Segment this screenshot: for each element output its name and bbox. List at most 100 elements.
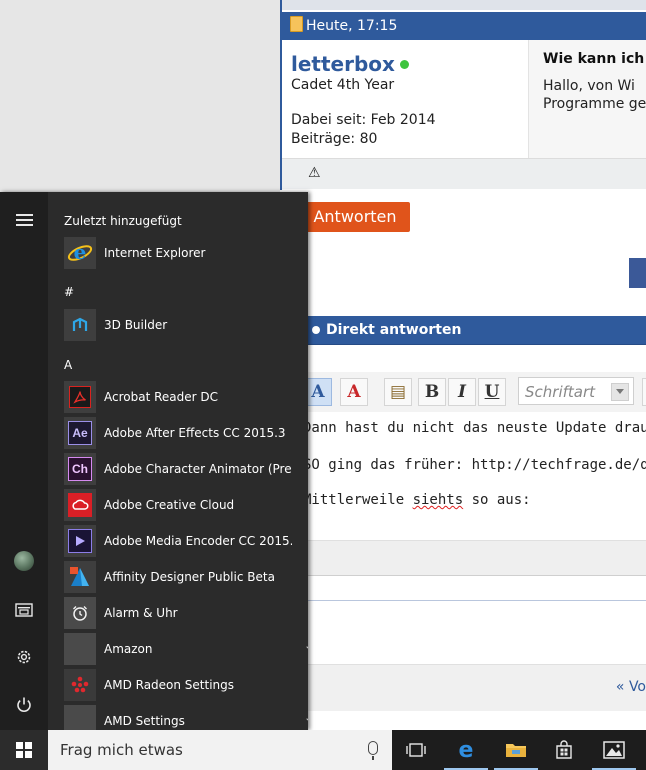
text-highlight-button[interactable]: A [304,378,332,406]
app-item-after-effects[interactable]: Ae Adobe After Effects CC 2015.3 [64,417,304,449]
app-item-internet-explorer[interactable]: e Internet Explorer [64,237,304,269]
collapse-icon[interactable] [312,326,320,334]
search-placeholder: Frag mich etwas [60,741,183,759]
store-button[interactable] [540,730,588,770]
app-label: Alarm & Uhr [104,606,178,620]
app-item-affinity-designer[interactable]: Affinity Designer Public Beta [64,561,304,593]
post-text-line: Hallo, von Wi [543,78,635,94]
edge-icon: e [459,739,474,761]
section-header-recent: Zuletzt hinzugefügt [64,214,182,228]
editor-line: Dann hast du nicht das neuste Update dra… [303,420,646,436]
italic-button[interactable]: I [448,378,476,406]
photos-icon [603,741,625,759]
internet-explorer-icon: e [64,237,96,269]
app-item-3d-builder[interactable]: 3D Builder [64,309,304,341]
author-name-link[interactable]: letterbox [291,52,395,76]
post-subject: Wie kann ich [543,51,645,67]
chevron-down-icon[interactable] [306,713,308,725]
start-menu: Zuletzt hinzugefügt e Internet Explorer … [0,192,308,730]
task-view-icon [406,743,426,757]
app-label: Acrobat Reader DC [104,390,218,404]
media-encoder-icon [64,525,96,557]
after-effects-icon: Ae [64,417,96,449]
store-icon [556,740,572,759]
app-item-acrobat-reader[interactable]: Acrobat Reader DC [64,381,304,413]
start-menu-rail [0,192,48,730]
chevron-down-icon[interactable] [306,641,308,653]
hamburger-menu-icon[interactable] [12,208,36,232]
app-item-creative-cloud[interactable]: Adobe Creative Cloud [64,489,304,521]
edge-browser-button[interactable]: e [442,730,490,770]
taskbar: Frag mich etwas e [0,730,646,770]
affinity-designer-icon [64,561,96,593]
underline-button[interactable]: U [478,378,506,406]
power-icon[interactable] [12,693,36,717]
alarm-clock-icon [64,597,96,629]
pagination-bar: « Vo [308,664,646,711]
post-text: Hallo, von Wi Programme ge [543,77,646,113]
svg-text:e: e [74,240,87,264]
app-label: AMD Settings [104,714,185,728]
section-header-hash[interactable]: # [64,285,74,299]
bold-button[interactable]: B [418,378,446,406]
file-explorer-icon[interactable] [12,597,36,621]
section-header-a[interactable]: A [64,358,72,372]
reply-editor[interactable]: Dann hast du nicht das neuste Update dra… [303,412,646,540]
app-label: Adobe Media Encoder CC 2015.3 [104,534,292,548]
post-header: Heute, 17:15 [282,12,646,40]
app-label: Internet Explorer [104,246,206,260]
paste-button[interactable]: ▤ [384,378,412,406]
settings-gear-icon[interactable] [12,645,36,669]
app-label: Affinity Designer Public Beta [104,570,275,584]
direct-reply-title: Direkt antworten [326,322,462,338]
online-status-icon [399,60,409,69]
app-item-alarm-clock[interactable]: Alarm & Uhr [64,597,304,629]
direct-reply-header: Direkt antworten [308,316,646,345]
reply-button[interactable]: Antworten [300,202,410,232]
character-animator-icon: Ch [64,453,96,485]
3d-builder-icon [64,309,96,341]
folder-icon [64,633,96,665]
folder-icon [64,705,96,730]
editor-line: Mittlerweile siehts so aus: [303,492,531,508]
misspelled-word: siehts [412,492,464,508]
background-window-area [0,0,280,192]
app-item-media-encoder[interactable]: Adobe Media Encoder CC 2015.3 [64,525,304,557]
author-rank: Cadet 4th Year [291,77,395,93]
toolbar-more-button[interactable] [642,378,646,406]
font-select-value: Schriftart [525,383,596,401]
app-label: 3D Builder [104,318,168,332]
report-warning-icon[interactable]: ⚠ [308,165,321,181]
file-explorer-button[interactable] [492,730,540,770]
divider [308,600,646,601]
author-joined: Dabei seit: Feb 2014 [291,112,436,128]
post-footer: ⚠ [282,158,646,189]
app-item-character-animator[interactable]: Ch Adobe Character Animator (Previe... [64,453,304,485]
previous-page-link[interactable]: « Vo [616,679,646,695]
app-folder-amazon[interactable]: Amazon [64,633,308,665]
svg-text:e: e [459,739,474,761]
avatar [14,551,34,571]
task-view-button[interactable] [392,730,440,770]
cortana-search-box[interactable]: Frag mich etwas [48,730,392,770]
photos-button[interactable] [590,730,638,770]
forum-post: Heute, 17:15 letterbox Cadet 4th Year Da… [280,0,646,190]
post-document-icon [290,16,303,32]
remove-format-button[interactable]: A [340,378,368,406]
creative-cloud-icon [64,489,96,521]
author-panel: letterbox Cadet 4th Year Dabei seit: Feb… [282,40,537,158]
facebook-share-icon[interactable] [629,258,646,288]
start-button[interactable] [0,730,48,770]
font-family-select[interactable]: Schriftart [518,377,634,405]
app-folder-amd-settings[interactable]: AMD Settings [64,705,308,730]
editor-line: SO ging das früher: http://techfrage.de/… [303,457,646,473]
microphone-icon[interactable] [368,741,378,760]
app-label: Adobe After Effects CC 2015.3 [104,426,286,440]
author-post-count: Beiträge: 80 [291,131,378,147]
editor-status-bar [308,540,646,576]
app-list: Zuletzt hinzugefügt e Internet Explorer … [48,192,308,730]
user-avatar[interactable] [12,549,36,573]
app-item-amd-radeon-settings[interactable]: AMD Radeon Settings [64,669,304,701]
post-text-line: Programme ge [543,96,646,112]
post-time: Heute, 17:15 [306,18,398,34]
